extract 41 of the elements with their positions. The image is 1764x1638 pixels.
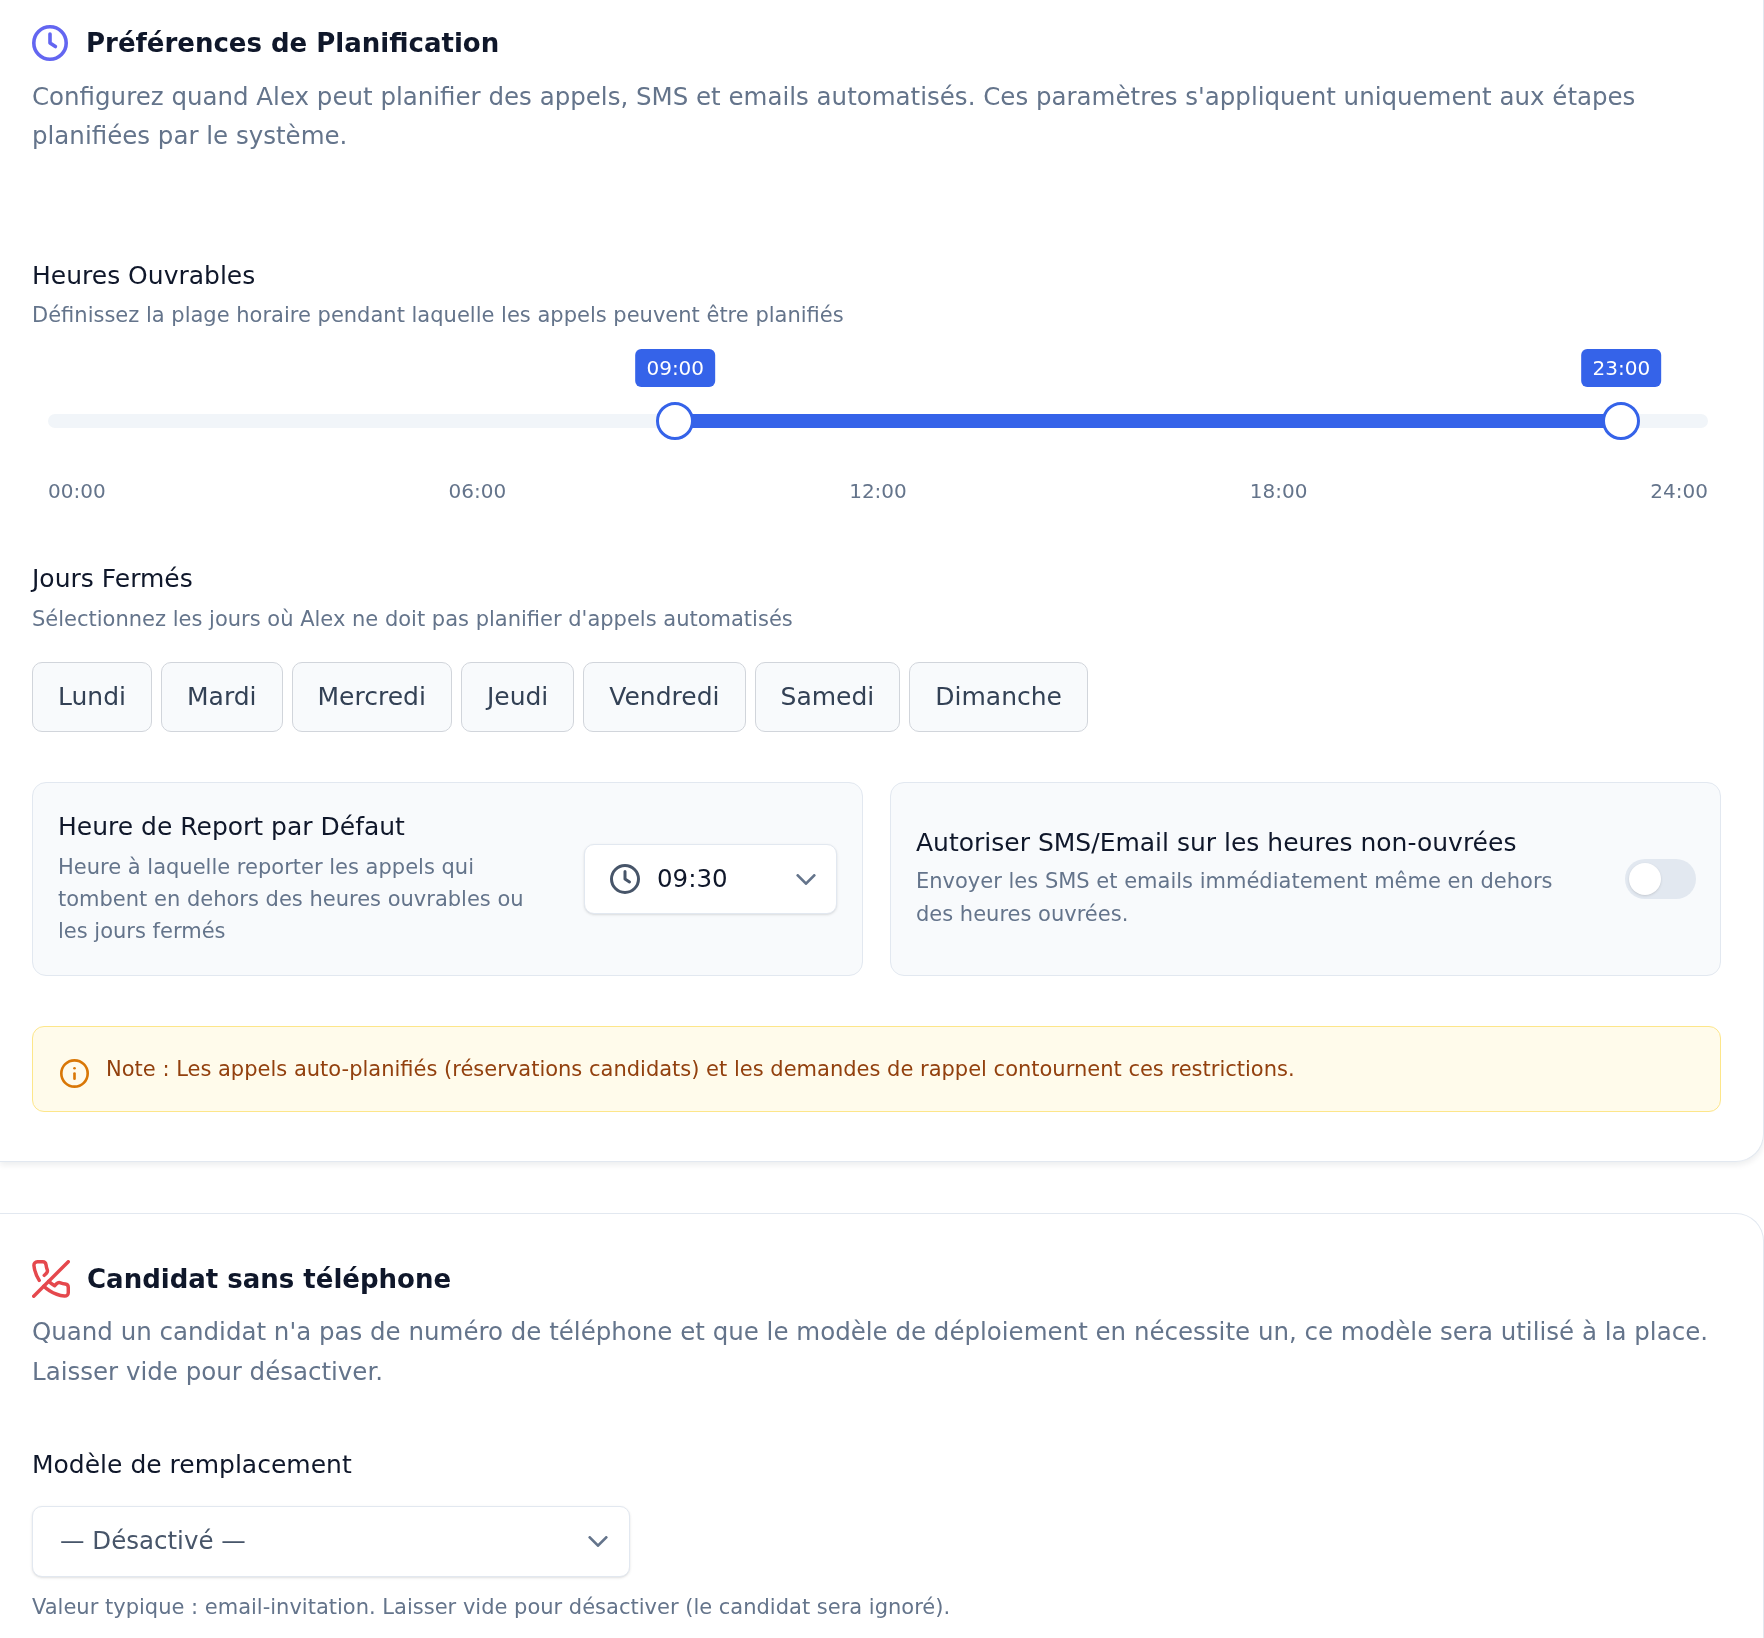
- tick-label: 00:00: [48, 478, 106, 505]
- value-tooltip: 23:00: [1581, 349, 1662, 387]
- slider-thumb[interactable]: [656, 402, 695, 440]
- day-toggle-button[interactable]: Dimanche: [909, 662, 1088, 732]
- template-select[interactable]: — Désactivé —: [32, 1506, 630, 1577]
- section-title: Candidat sans téléphone: [87, 1263, 452, 1296]
- tick-label: 24:00: [1650, 478, 1708, 505]
- section-description: Configurez quand Alex peut planifier des appels, SMS et emails automatisés. Ces paramètres s'appliquent uniquement aux étapes planifiées par le système.: [32, 81, 1637, 152]
- chevron-down-icon: [588, 1536, 608, 1547]
- field-label: Jours Fermés: [32, 563, 194, 595]
- toggle-switch[interactable]: [1625, 859, 1696, 899]
- option-description: Heure à laquelle reporter les appels qui tombent en dehors des heures ouvrables ou les jours fermés: [58, 854, 525, 945]
- day-toggle-button[interactable]: Vendredi: [583, 662, 746, 732]
- field-description: Sélectionnez les jours où Alex ne doit pas planifier d'appels automatisés: [32, 606, 794, 633]
- slider-thumb[interactable]: [1602, 402, 1641, 440]
- phone-off-icon: [32, 1260, 70, 1298]
- field-label: Modèle de remplacement: [32, 1449, 353, 1481]
- clock-icon: [610, 864, 640, 894]
- chevron-down-icon: [796, 873, 816, 885]
- tick-label: 12:00: [849, 478, 907, 505]
- day-toggle-button[interactable]: Jeudi: [460, 662, 575, 732]
- field-hint: Valeur typique : email-invitation. Laisser vide pour désactiver (le candidat sera ignoré).: [32, 1594, 952, 1621]
- option-title: Autoriser SMS/Email sur les heures non-ouvrées: [916, 827, 1518, 859]
- day-toggle-button[interactable]: Samedi: [754, 662, 901, 732]
- tick-label: 18:00: [1249, 478, 1308, 505]
- section-title: Préférences de Planification: [86, 27, 500, 60]
- field-label: Heures Ouvrables: [32, 260, 257, 292]
- day-toggle-button[interactable]: Mercredi: [291, 662, 452, 732]
- day-toggle-button[interactable]: Lundi: [32, 662, 152, 732]
- info-icon: [60, 1058, 89, 1088]
- note-text: Note : Les appels auto-planifiés (réservations candidats) et les demandes de rappel contournent ces restrictions.: [106, 1056, 1295, 1083]
- time-select[interactable]: 09:30: [584, 844, 837, 914]
- day-toggle-button[interactable]: Mardi: [161, 662, 283, 732]
- clock-icon: [32, 25, 68, 61]
- tick-label: 06:00: [448, 478, 507, 505]
- field-description: Définissez la plage horaire pendant laquelle les appels peuvent être planifiés: [32, 302, 845, 329]
- range-slider[interactable]: [48, 402, 1708, 440]
- section-description: Quand un candidat n'a pas de numéro de téléphone et que le modèle de déploiement en nécessite un, ce modèle sera utilisé à la place. Laisser vide pour désactiver.: [32, 1316, 1709, 1388]
- option-title: Heure de Report par Défaut: [58, 811, 406, 843]
- option-description: Envoyer les SMS et emails immédiatement même en dehors des heures ouvrées.: [916, 868, 1554, 928]
- value-tooltip: 09:00: [635, 349, 716, 387]
